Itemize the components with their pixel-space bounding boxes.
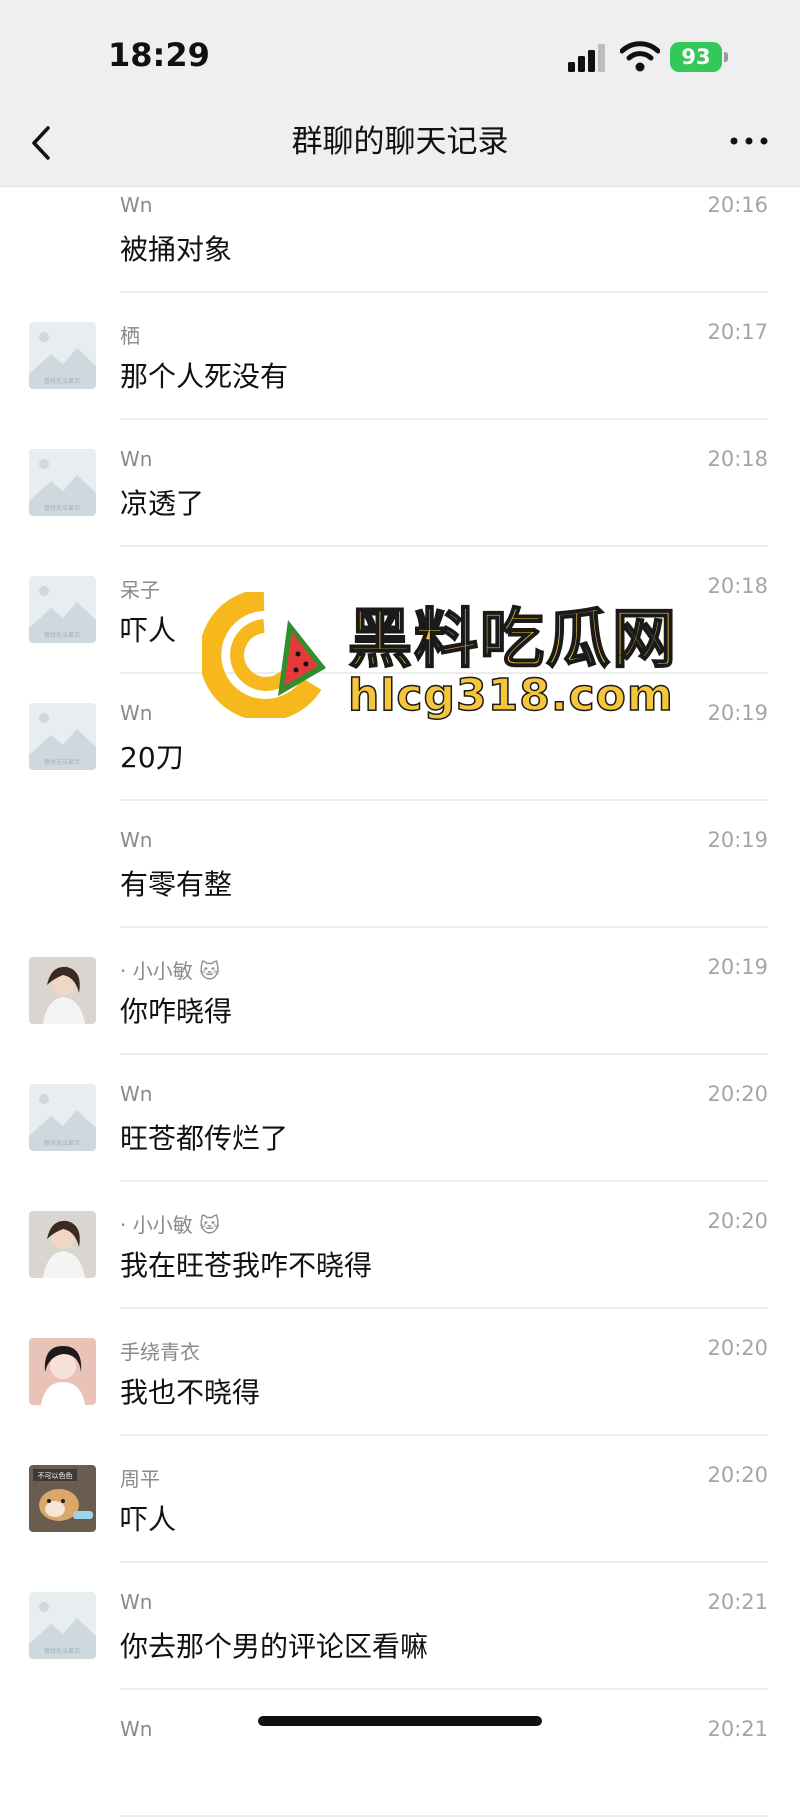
image-placeholder-icon: 暂时无法显示 bbox=[29, 449, 96, 516]
image-placeholder-icon: 暂时无法显示 bbox=[29, 1084, 96, 1151]
message-row[interactable]: Wn 20:16 被捅对象 bbox=[0, 186, 800, 293]
page-title: 群聊的聊天记录 bbox=[291, 124, 509, 160]
message-row[interactable]: 暂时无法显示 Wn 20:18 凉透了 bbox=[0, 420, 800, 547]
avatar-caption: 暂时无法显示 bbox=[44, 377, 80, 385]
message-text: 凉透了 bbox=[120, 487, 205, 520]
home-indicator[interactable] bbox=[258, 1716, 542, 1726]
sender-name: · 小小敏 🐱 bbox=[120, 1213, 220, 1237]
image-placeholder-icon: 暂时无法显示 bbox=[29, 576, 96, 643]
message-time: 20:20 bbox=[707, 1209, 768, 1233]
message-row[interactable]: 不可以色色 周平 20:20 吓人 bbox=[0, 1436, 800, 1563]
sender-name: Wn bbox=[120, 1590, 153, 1614]
message-text: 吓人 bbox=[120, 614, 177, 647]
image-placeholder-icon: 暂时无法显示 bbox=[29, 1592, 96, 1659]
message-time: 20:19 bbox=[707, 828, 768, 852]
status-time: 18:29 bbox=[108, 36, 210, 74]
image-placeholder-icon: 暂时无法显示 bbox=[29, 703, 96, 770]
sender-name: 手绕青衣 bbox=[120, 1340, 200, 1364]
message-text: 我也不晓得 bbox=[120, 1376, 261, 1409]
message-text: 旺苍都传烂了 bbox=[120, 1122, 289, 1155]
message-text: 被捅对象 bbox=[120, 233, 233, 266]
battery-level: 93 bbox=[681, 45, 711, 69]
avatar[interactable] bbox=[29, 1338, 96, 1405]
message-time: 20:20 bbox=[707, 1463, 768, 1487]
sender-name: Wn bbox=[120, 828, 153, 852]
avatar-caption: 暂时无法显示 bbox=[44, 1139, 80, 1147]
avatar-caption: 不可以色色 bbox=[38, 1471, 73, 1480]
message-text: 我在旺苍我咋不晓得 bbox=[120, 1249, 373, 1282]
watermelon-logo-icon bbox=[202, 592, 326, 718]
message-text: 那个人死没有 bbox=[120, 360, 289, 393]
avatar-placeholder[interactable]: 暂时无法显示 bbox=[29, 576, 96, 643]
girl-photo-icon bbox=[29, 957, 96, 1024]
avatar-placeholder[interactable]: 暂时无法显示 bbox=[29, 703, 96, 770]
sender-name: 栖 bbox=[120, 324, 140, 348]
sender-name: · 小小敏 🐱 bbox=[120, 959, 220, 983]
avatar-caption: 暂时无法显示 bbox=[44, 504, 80, 512]
message-time: 20:21 bbox=[707, 1590, 768, 1614]
avatar-placeholder[interactable]: 暂时无法显示 bbox=[29, 1592, 96, 1659]
sender-name: Wn bbox=[120, 193, 153, 217]
message-time: 20:21 bbox=[707, 1717, 768, 1741]
watermark-url: hlcg318.com bbox=[347, 669, 674, 722]
battery-tip bbox=[724, 52, 728, 62]
message-row[interactable]: 手绕青衣 20:20 我也不晓得 bbox=[0, 1309, 800, 1436]
message-row[interactable]: 暂时无法显示 栖 20:17 那个人死没有 bbox=[0, 293, 800, 420]
message-text: 20刀 bbox=[120, 741, 184, 774]
avatar-placeholder[interactable]: 暂时无法显示 bbox=[29, 449, 96, 516]
message-list[interactable]: Wn 20:16 被捅对象暂时无法显示 栖 20:17 那个人死没有暂时无法显示 Wn 20:… bbox=[0, 186, 800, 1817]
avatar-placeholder[interactable]: 暂时无法显示 bbox=[29, 322, 96, 389]
message-text: 你咋晓得 bbox=[120, 995, 233, 1028]
sender-name: Wn bbox=[120, 1717, 153, 1741]
status-bar: 18:29 93 bbox=[0, 0, 800, 100]
message-time: 20:18 bbox=[707, 574, 768, 598]
message-row[interactable]: Wn 20:19 有零有整 bbox=[0, 801, 800, 928]
more-options-icon[interactable] bbox=[724, 126, 774, 156]
sender-name: 呆子 bbox=[120, 578, 160, 602]
message-time: 20:20 bbox=[707, 1336, 768, 1360]
message-text: 有零有整 bbox=[120, 868, 233, 901]
girl-photo-icon bbox=[29, 1211, 96, 1278]
message-time: 20:17 bbox=[707, 320, 768, 344]
message-time: 20:20 bbox=[707, 1082, 768, 1106]
message-row[interactable]: · 小小敏 🐱 20:20 我在旺苍我咋不晓得 bbox=[0, 1182, 800, 1309]
avatar[interactable] bbox=[29, 1211, 96, 1278]
sender-name: Wn bbox=[120, 701, 153, 725]
message-time: 20:19 bbox=[707, 955, 768, 979]
image-placeholder-icon: 暂时无法显示 bbox=[29, 322, 96, 389]
message-row[interactable]: 暂时无法显示 Wn 20:20 旺苍都传烂了 bbox=[0, 1055, 800, 1182]
avatar[interactable]: 不可以色色 bbox=[29, 1465, 96, 1532]
message-text: 你去那个男的评论区看嘛 bbox=[120, 1630, 429, 1663]
battery-icon: 93 bbox=[670, 42, 722, 72]
message-row[interactable]: · 小小敏 🐱 20:19 你咋晓得 bbox=[0, 928, 800, 1055]
nav-bar: 群聊的聊天记录 bbox=[0, 100, 800, 187]
watermark-name: 黑料吃瓜网 bbox=[347, 602, 678, 678]
sender-name: Wn bbox=[120, 447, 153, 471]
cellular-signal-icon bbox=[568, 44, 605, 72]
avatar-caption: 暂时无法显示 bbox=[44, 758, 80, 766]
message-time: 20:18 bbox=[707, 447, 768, 471]
avatar[interactable] bbox=[29, 957, 96, 1024]
message-time: 20:19 bbox=[707, 701, 768, 725]
message-row[interactable]: Wn 20:21 bbox=[0, 1690, 800, 1817]
message-time: 20:16 bbox=[707, 193, 768, 217]
girl-photo-icon bbox=[29, 1338, 96, 1405]
avatar-caption: 暂时无法显示 bbox=[44, 1647, 80, 1655]
avatar-caption: 暂时无法显示 bbox=[44, 631, 80, 639]
wifi-icon bbox=[620, 41, 660, 72]
message-text: 吓人 bbox=[120, 1503, 177, 1536]
sender-name: Wn bbox=[120, 1082, 153, 1106]
dog-photo-icon: 不可以色色 bbox=[29, 1465, 96, 1532]
sender-name: 周平 bbox=[120, 1467, 160, 1491]
avatar-placeholder[interactable]: 暂时无法显示 bbox=[29, 1084, 96, 1151]
message-row[interactable]: 暂时无法显示 Wn 20:21 你去那个男的评论区看嘛 bbox=[0, 1563, 800, 1690]
